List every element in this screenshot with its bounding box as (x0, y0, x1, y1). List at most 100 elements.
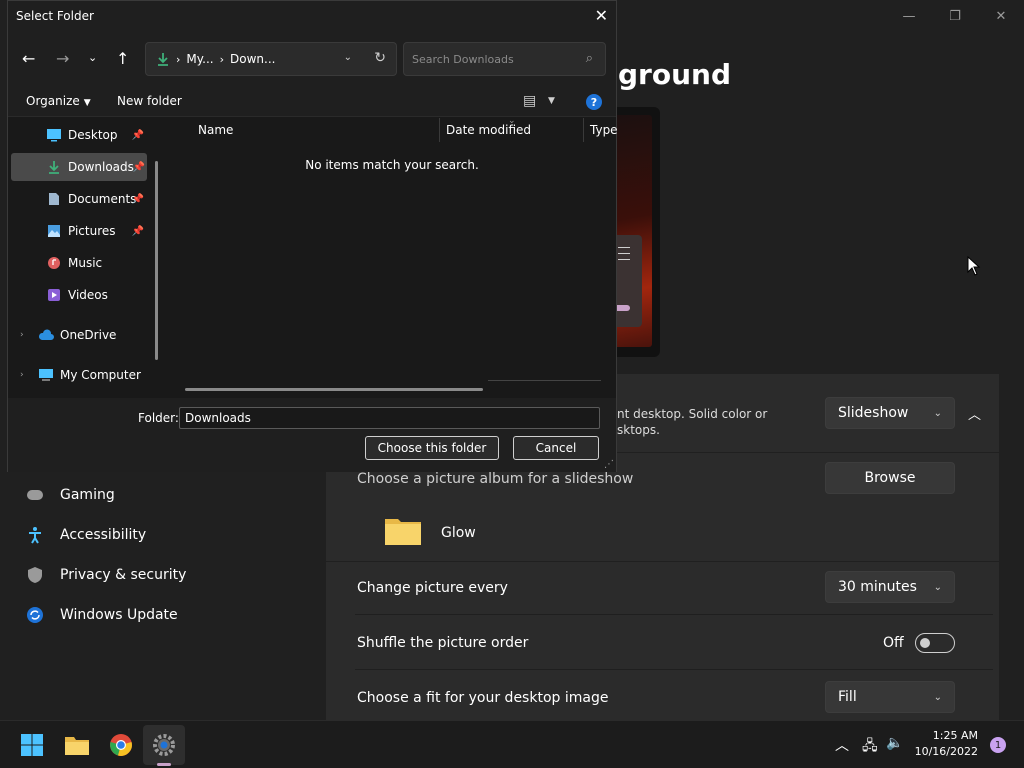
album-name: Glow (441, 525, 476, 541)
update-icon (26, 606, 44, 624)
fit-dropdown[interactable]: Fill ⌄ (825, 681, 955, 713)
network-icon[interactable]: 🖧 (862, 735, 878, 759)
nav-scrollbar[interactable] (155, 161, 158, 360)
chevron-down-icon: ⌄ (933, 691, 942, 703)
chevron-up-icon[interactable]: ︿ (835, 735, 849, 755)
pin-icon: 📌 (131, 225, 144, 237)
choose-folder-button[interactable]: Choose this folder (365, 436, 499, 460)
nav-music[interactable]: Music (46, 249, 146, 277)
expand-chevron-icon[interactable]: › (20, 330, 24, 340)
start-icon[interactable] (18, 731, 46, 759)
minimize-icon[interactable]: — (886, 0, 932, 32)
nav-videos[interactable]: Videos (46, 281, 146, 309)
column-header-date[interactable]: Date modified (446, 123, 531, 137)
breadcrumb-separator-icon: › (176, 52, 181, 66)
nav-my-computer[interactable]: My Computer (38, 361, 158, 389)
forward-arrow-icon[interactable]: → (56, 49, 69, 68)
breadcrumb-segment[interactable]: Down... (230, 52, 275, 66)
file-explorer-icon[interactable] (63, 731, 91, 759)
caret-down-icon: ▼ (83, 98, 91, 108)
browse-button[interactable]: Browse (825, 462, 955, 494)
horizontal-scrollbar[interactable] (185, 388, 483, 391)
nav-pictures[interactable]: Pictures 📌 (46, 217, 146, 245)
empty-message: No items match your search. (305, 158, 479, 172)
videos-icon (46, 287, 62, 303)
clock-date: 10/16/2022 (914, 745, 978, 758)
recent-locations-chevron-icon[interactable]: ⌄ (88, 51, 97, 64)
shuffle-state: Off (883, 635, 904, 651)
file-list: Name ⌄ Date modified Type No items match… (168, 116, 618, 398)
navigation-pane: Desktop 📌 Downloads 📌 Documents 📌 Pictur… (8, 118, 166, 398)
chrome-icon[interactable] (107, 731, 135, 759)
taskbar: ︿ 🖧 🔈 1:25 AM 10/16/2022 1 (0, 720, 1024, 768)
new-folder-button[interactable]: New folder (117, 94, 182, 108)
accessibility-icon (26, 526, 44, 544)
chevron-up-icon[interactable]: ︿ (968, 404, 981, 423)
up-arrow-icon[interactable]: ↑ (116, 49, 129, 68)
computer-icon (38, 367, 54, 383)
folder-icon (384, 516, 422, 546)
close-icon[interactable]: ✕ (595, 6, 608, 25)
nav-desktop[interactable]: Desktop 📌 (46, 121, 146, 149)
change-every-label: Change picture every (357, 580, 508, 596)
nav-item-accessibility[interactable]: Accessibility (26, 526, 146, 544)
mouse-cursor-icon (967, 255, 981, 280)
expand-chevron-icon[interactable]: › (20, 370, 24, 380)
dialog-navbar: ← → ⌄ ↑ › My... › Down... ⌄ ↻ ⌕ (8, 33, 616, 85)
volume-icon[interactable]: 🔈 (886, 735, 903, 751)
desktop-icon (46, 127, 62, 143)
shuffle-toggle[interactable] (915, 633, 955, 653)
clock[interactable]: 1:25 AM 10/16/2022 (915, 728, 978, 760)
view-options-icon[interactable]: ▤ (523, 93, 536, 109)
notification-badge[interactable]: 1 (990, 737, 1006, 753)
column-header-name[interactable]: Name (198, 123, 233, 137)
download-icon (46, 159, 62, 175)
chevron-down-icon: ⌄ (933, 581, 942, 593)
chevron-down-icon[interactable]: ⌄ (344, 52, 352, 63)
search-box[interactable]: ⌕ (403, 42, 606, 76)
music-icon (46, 255, 62, 271)
album-label: Choose a picture album for a slideshow (357, 471, 634, 487)
column-header-type[interactable]: Type (590, 123, 618, 137)
command-bar: Organize ▼ New folder ▤ ▼ ? (8, 85, 616, 117)
select-folder-dialog: Select Folder ✕ ← → ⌄ ↑ › My... › Down..… (7, 0, 618, 472)
cloud-icon (38, 327, 54, 343)
folder-label: Folder: (138, 411, 179, 425)
shield-icon (26, 566, 44, 584)
search-icon[interactable]: ⌕ (586, 51, 593, 66)
nav-documents[interactable]: Documents 📌 (46, 185, 146, 213)
dialog-titlebar: Select Folder ✕ (8, 1, 616, 33)
close-icon[interactable]: ✕ (978, 0, 1024, 32)
refresh-icon[interactable]: ↻ (374, 50, 386, 66)
folder-input[interactable] (179, 407, 600, 429)
restore-icon[interactable]: ❐ (932, 0, 978, 32)
clock-time: 1:25 AM (932, 729, 978, 742)
cancel-button[interactable]: Cancel (513, 436, 599, 460)
organize-button[interactable]: Organize ▼ (26, 94, 91, 108)
breadcrumb-segment[interactable]: My... (186, 52, 213, 66)
fit-label: Choose a fit for your desktop image (357, 690, 609, 706)
nav-downloads[interactable]: Downloads 📌 (11, 153, 147, 181)
download-icon (156, 52, 170, 66)
pin-icon: 📌 (132, 161, 145, 173)
back-arrow-icon[interactable]: ← (22, 49, 35, 68)
change-every-dropdown[interactable]: 30 minutes ⌄ (825, 571, 955, 603)
resize-grip-icon[interactable]: ⋰ (604, 459, 614, 470)
nav-item-privacy[interactable]: Privacy & security (26, 566, 186, 584)
nav-onedrive[interactable]: OneDrive (38, 321, 148, 349)
document-icon (46, 191, 62, 207)
window-controls: — ❐ ✕ (886, 0, 1024, 32)
nav-item-gaming[interactable]: Gaming (26, 486, 115, 504)
pin-icon: 📌 (131, 193, 144, 205)
caret-down-icon[interactable]: ▼ (548, 96, 555, 106)
pin-icon: 📌 (131, 129, 144, 141)
background-type-dropdown[interactable]: Slideshow ⌄ (825, 397, 955, 429)
nav-item-windows-update[interactable]: Windows Update (26, 606, 178, 624)
address-bar[interactable]: › My... › Down... ⌄ ↻ (145, 42, 397, 76)
settings-gear-icon[interactable] (150, 731, 178, 759)
gamepad-icon (26, 486, 44, 504)
search-input[interactable] (412, 51, 572, 67)
breadcrumb-separator-icon: › (219, 52, 224, 66)
help-icon[interactable]: ? (586, 94, 602, 110)
active-indicator (157, 763, 171, 766)
